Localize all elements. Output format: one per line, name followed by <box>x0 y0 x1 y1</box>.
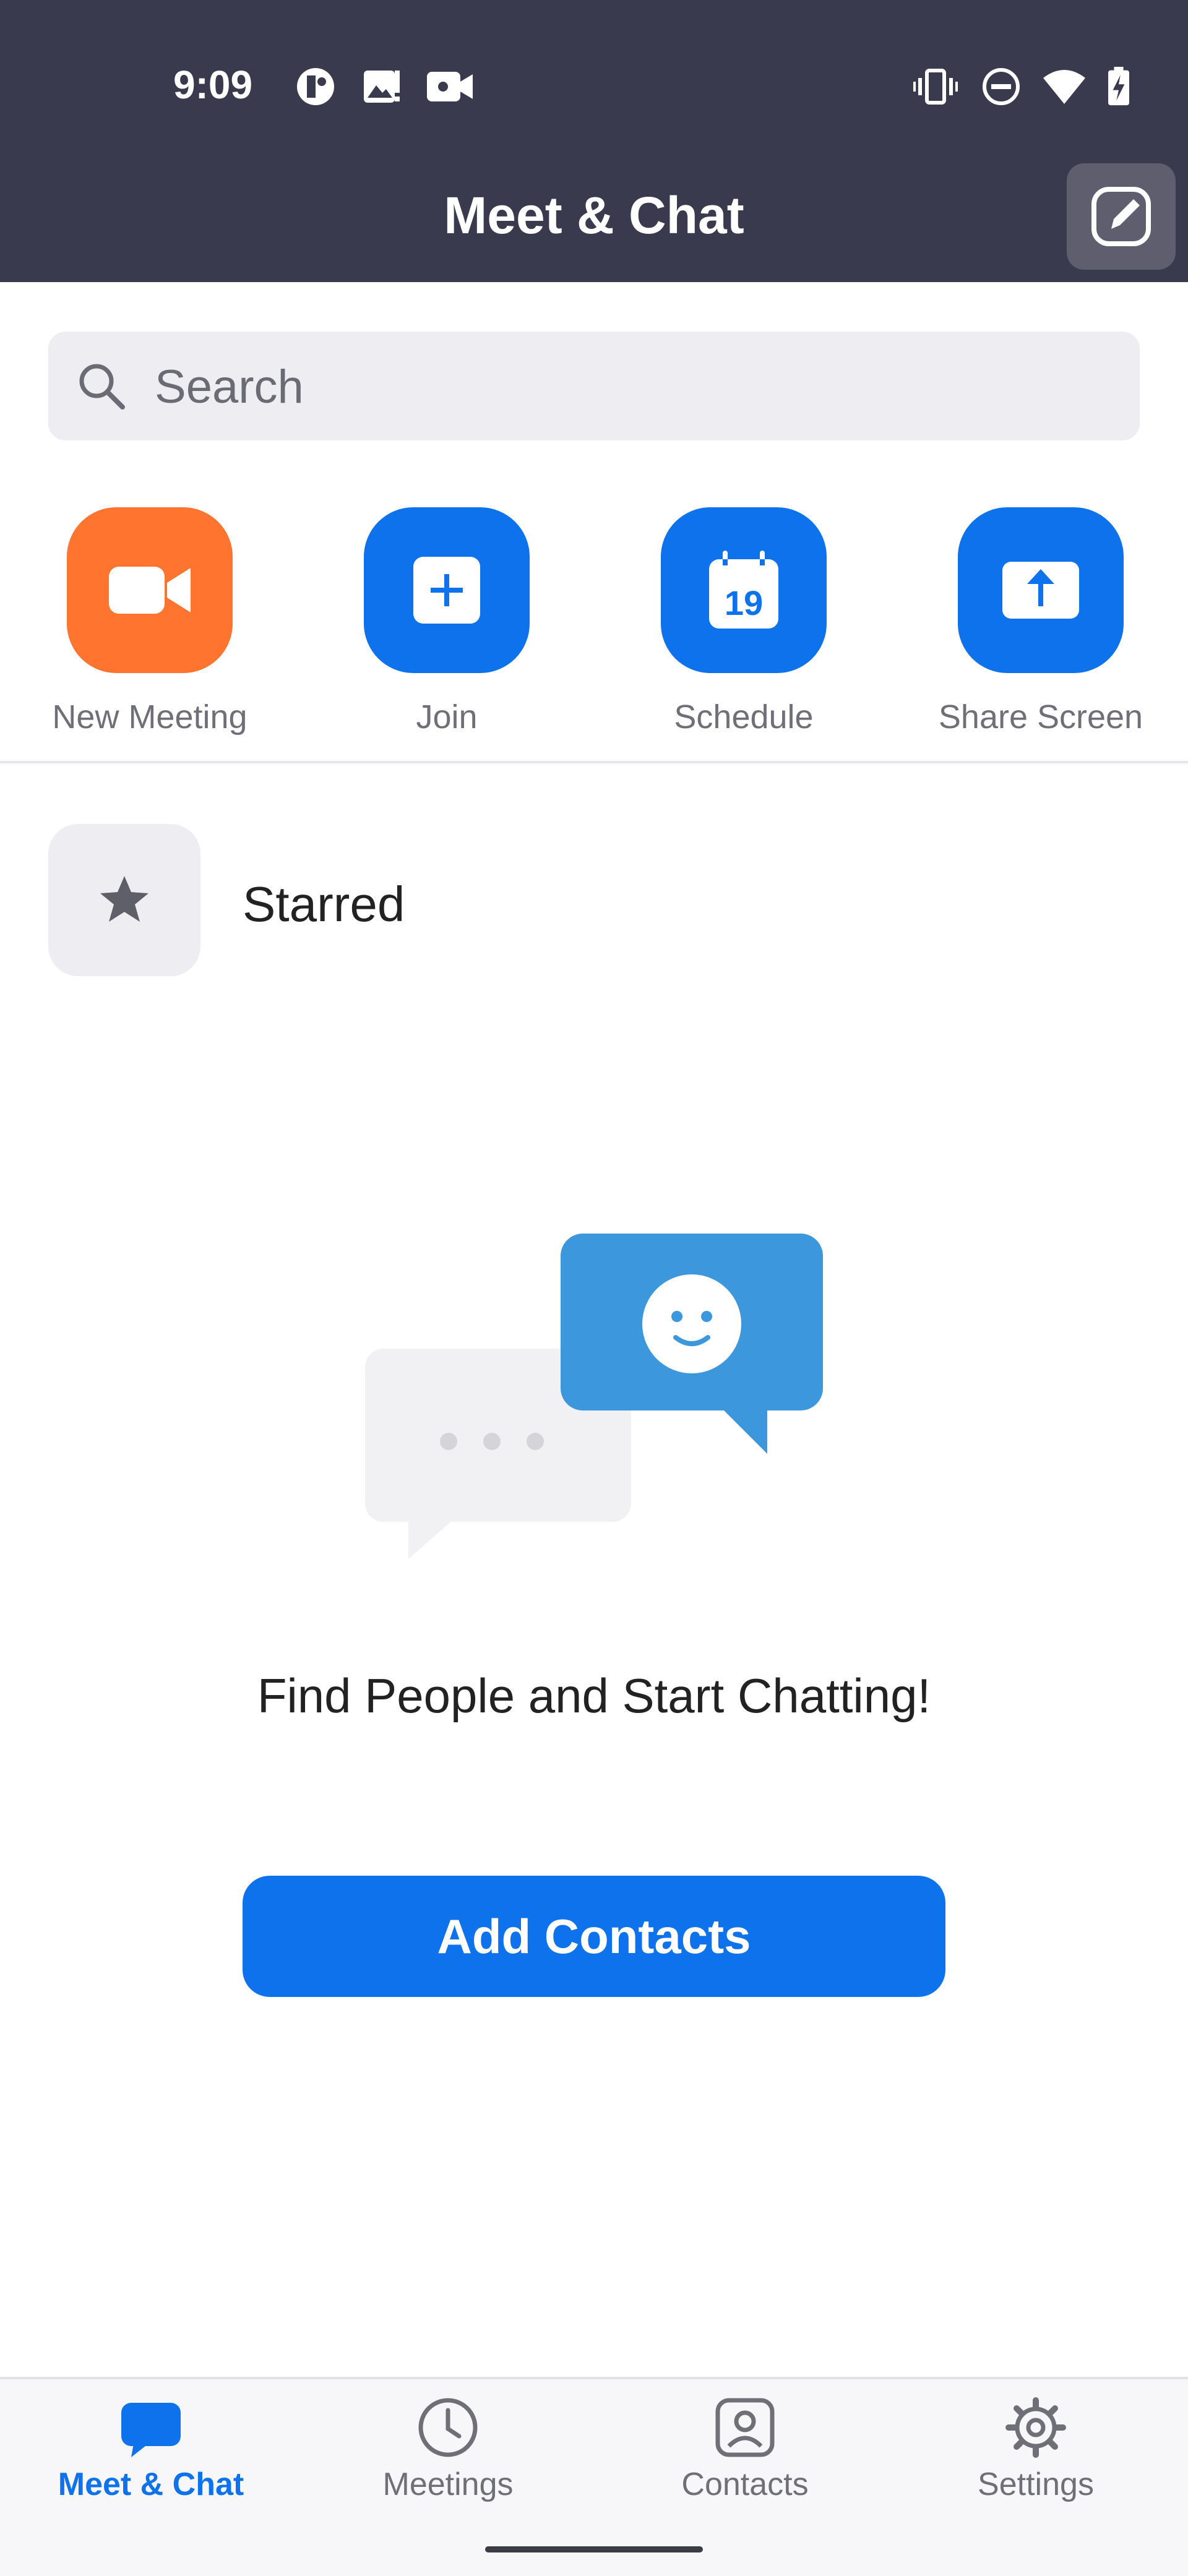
plus-icon <box>413 557 480 624</box>
search-input[interactable] <box>153 356 1084 417</box>
assistant-status-icon <box>297 68 334 105</box>
join-button[interactable]: Join <box>281 507 578 742</box>
schedule-label: Schedule <box>674 698 814 736</box>
nav-meetings-label: Meetings <box>382 2467 514 2502</box>
starred-label[interactable]: Starred <box>243 876 405 933</box>
clock-icon <box>418 2398 478 2457</box>
home-indicator[interactable] <box>485 2546 703 2552</box>
share-up-arrow-icon <box>1002 562 1079 619</box>
nav-meetings[interactable]: Meetings <box>299 2379 596 2528</box>
compose-button[interactable] <box>1067 163 1176 270</box>
nav-settings[interactable]: Settings <box>887 2379 1184 2528</box>
status-time: 9:09 <box>173 62 253 107</box>
star-icon <box>100 876 148 922</box>
calendar-day-text: 19 <box>725 583 763 622</box>
chat-bubble-icon <box>121 2403 181 2457</box>
video-recording-icon <box>427 72 473 101</box>
video-camera-icon <box>109 567 191 614</box>
calendar-icon: 19 <box>709 551 778 629</box>
add-contacts-button[interactable]: Add Contacts <box>243 1876 945 1997</box>
vibrate-icon <box>913 69 958 105</box>
section-divider <box>0 761 1188 763</box>
page-title: Meet & Chat <box>444 186 744 244</box>
wifi-icon <box>1043 70 1085 104</box>
share-screen-button[interactable]: Share Screen <box>875 507 1172 742</box>
starred-tile[interactable] <box>48 824 200 976</box>
nav-contacts-label: Contacts <box>681 2467 809 2502</box>
join-label: Join <box>416 698 478 736</box>
chat-bubbles-illustration <box>365 1234 823 1559</box>
do-not-disturb-icon <box>983 68 1020 105</box>
compose-edit-icon <box>1091 187 1151 246</box>
nav-meet-chat-label: Meet & Chat <box>58 2467 244 2502</box>
new-meeting-button[interactable]: New Meeting <box>0 507 281 742</box>
new-meeting-label: New Meeting <box>52 698 248 736</box>
nav-contacts[interactable]: Contacts <box>596 2379 893 2528</box>
empty-state-message: Find People and Start Chatting! <box>257 1668 931 1723</box>
gear-icon <box>1005 2397 1066 2458</box>
contact-card-icon <box>715 2398 775 2457</box>
search-icon <box>79 364 125 410</box>
share-screen-label: Share Screen <box>938 698 1143 736</box>
image-alert-icon <box>364 71 400 103</box>
nav-meet-chat[interactable]: Meet & Chat <box>2 2379 299 2528</box>
nav-settings-label: Settings <box>978 2467 1094 2502</box>
search-bar[interactable] <box>48 332 1140 440</box>
schedule-button[interactable]: 19 Schedule <box>578 507 875 742</box>
battery-charging-icon <box>1108 67 1129 106</box>
app-header: 9:09 Meet & Chat <box>0 0 1188 282</box>
